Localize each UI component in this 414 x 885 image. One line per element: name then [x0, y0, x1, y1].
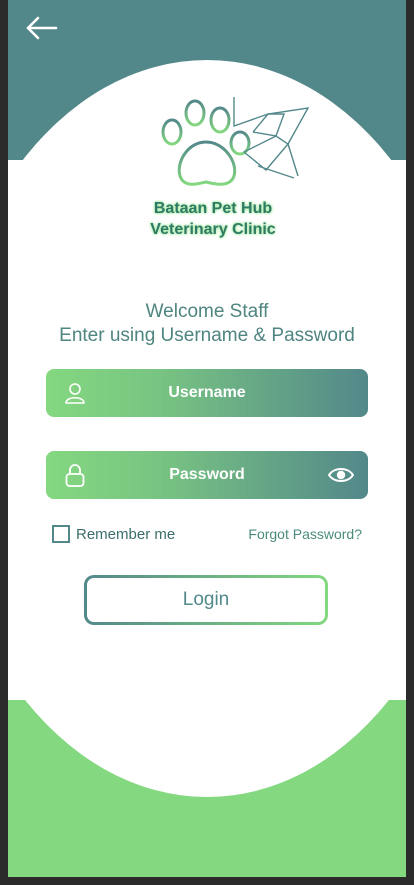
username-field[interactable]: Username	[46, 369, 368, 417]
username-input[interactable]: Username	[46, 369, 368, 417]
arrow-left-icon	[26, 16, 58, 40]
password-input[interactable]: Password	[46, 451, 368, 499]
paw-stethoscope-logo	[161, 97, 310, 186]
welcome-subtitle: Enter using Username & Password	[59, 325, 355, 346]
password-field[interactable]: Password	[46, 451, 368, 499]
remember-me-label: Remember me	[76, 525, 176, 543]
welcome-text: Welcome Staff Enter using Username & Pas…	[8, 300, 406, 348]
remember-me-checkbox[interactable]: Remember me	[52, 524, 175, 544]
eye-icon[interactable]	[328, 463, 354, 487]
checkbox-box[interactable]	[52, 525, 70, 543]
clinic-name-line2: Veterinary Clinic	[150, 221, 276, 238]
clinic-name-line1: Bataan Pet Hub	[153, 200, 273, 217]
clinic-name: Bataan Pet Hub Veterinary Clinic	[128, 198, 298, 240]
login-screen: Bataan Pet Hub Veterinary Clinic Welcome…	[8, 0, 406, 877]
welcome-title: Welcome Staff	[145, 301, 269, 322]
login-button[interactable]: Login	[84, 575, 328, 625]
back-button[interactable]	[24, 14, 60, 42]
forgot-password-link[interactable]: Forgot Password?	[248, 524, 362, 544]
